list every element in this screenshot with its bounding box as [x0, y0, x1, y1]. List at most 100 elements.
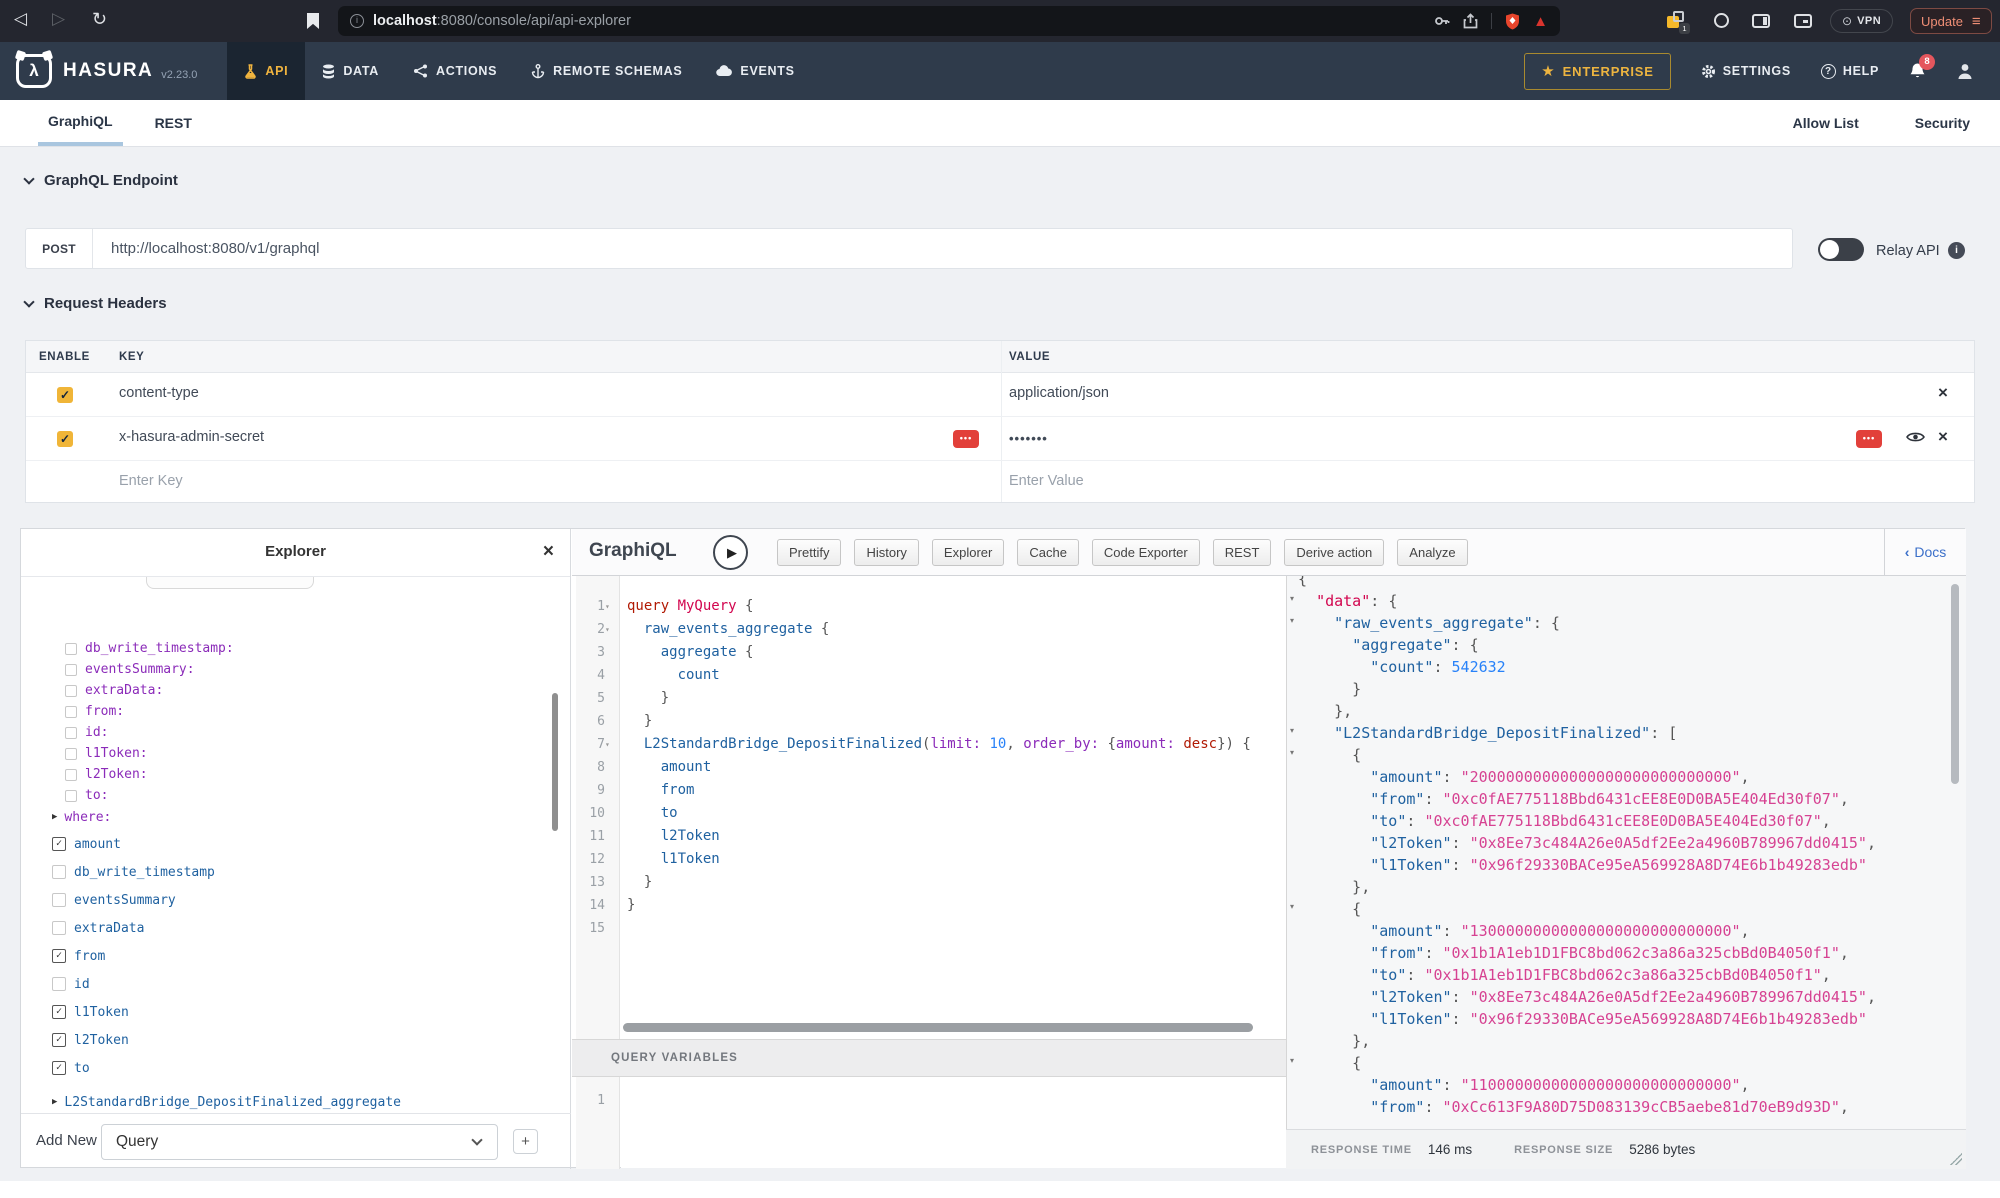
browser-menu-icon[interactable]: ≡ — [1972, 13, 1981, 30]
execute-query-button[interactable]: ▶ — [713, 535, 748, 570]
variables-editor[interactable] — [621, 1077, 1286, 1168]
relay-api-toggle[interactable] — [1818, 238, 1864, 261]
remove-header-button[interactable]: × — [1938, 427, 1948, 447]
info-icon[interactable]: i — [1948, 242, 1965, 259]
response-scrollbar[interactable] — [1951, 584, 1959, 784]
derive-action-button[interactable]: Derive action — [1284, 539, 1384, 566]
reveal-value-eye-icon[interactable] — [1906, 430, 1925, 444]
prettify-button[interactable]: Prettify — [777, 539, 841, 566]
history-button[interactable]: History — [854, 539, 918, 566]
explorer-field-item[interactable]: ✓l1Token — [52, 998, 215, 1026]
hasura-logo[interactable]: λ — [16, 54, 52, 88]
close-icon[interactable]: × — [543, 541, 554, 563]
analyze-button[interactable]: Analyze — [1397, 539, 1467, 566]
wallet-icon[interactable] — [1794, 14, 1812, 28]
enable-header-checkbox[interactable]: ✓ — [57, 431, 73, 447]
explorer-argument-item[interactable]: id: — [65, 722, 234, 743]
explorer-item-where[interactable]: ▶ where: — [52, 806, 111, 828]
brave-shield-icon[interactable] — [1505, 13, 1520, 30]
fold-toggle-icon[interactable]: ▾ — [1290, 594, 1294, 603]
nav-item-remote-schemas[interactable]: REMOTE SCHEMAS — [514, 42, 699, 100]
new-header-value-input[interactable]: Enter Value — [1009, 473, 1084, 489]
enable-header-checkbox[interactable]: ✓ — [57, 387, 73, 403]
rewards-icon[interactable] — [1714, 13, 1729, 28]
response-panel[interactable]: { "data": { "raw_events_aggregate": { "a… — [1286, 576, 1966, 1129]
explorer-argument-item[interactable]: l1Token: — [65, 743, 234, 764]
header-key-input[interactable]: x-hasura-admin-secret — [119, 429, 264, 445]
vpn-button[interactable]: ⊙ VPN — [1830, 9, 1893, 33]
nav-item-actions[interactable]: ACTIONS — [396, 42, 514, 100]
remove-header-button[interactable]: × — [1938, 383, 1948, 403]
sidebar-toggle-icon[interactable] — [1752, 14, 1770, 28]
nav-item-events[interactable]: EVENTS — [699, 42, 811, 100]
explorer-query-item[interactable]: ▶L2StandardBridge_DepositFinalized_aggre… — [52, 1090, 401, 1113]
header-value-input[interactable]: ••••••• — [1009, 431, 1048, 446]
fold-toggle-icon[interactable]: ▾ — [1290, 902, 1294, 911]
user-avatar[interactable] — [1956, 62, 1974, 80]
explorer-argument-item[interactable]: extraData: — [65, 680, 234, 701]
explorer-argument-item[interactable]: l2Token: — [65, 764, 234, 785]
explorer-field-item[interactable]: db_write_timestamp — [52, 858, 215, 886]
header-key-input[interactable]: content-type — [119, 385, 199, 401]
address-bar[interactable]: i localhost:8080/console/api/api-explore… — [338, 6, 1560, 36]
explorer-button[interactable]: Explorer — [932, 539, 1004, 566]
notifications-button[interactable]: 8 — [1909, 62, 1926, 80]
admin-secret-badge[interactable]: ••• — [953, 430, 979, 448]
fold-toggle-icon[interactable]: ▾ — [1290, 1056, 1294, 1065]
extensions-icon[interactable]: 1 — [1666, 11, 1688, 31]
security-link[interactable]: Security — [1915, 115, 1970, 131]
cache-button[interactable]: Cache — [1017, 539, 1079, 566]
browser-reload-icon[interactable]: ↻ — [92, 9, 107, 30]
explorer-field-item[interactable]: id — [52, 970, 215, 998]
site-info-icon[interactable]: i — [350, 14, 364, 28]
nav-item-data[interactable]: DATA — [305, 42, 396, 100]
explorer-argument-item[interactable]: from: — [65, 701, 234, 722]
enterprise-button[interactable]: ★ ENTERPRISE — [1524, 53, 1671, 90]
nav-item-api[interactable]: API — [227, 42, 305, 100]
explorer-argument-item[interactable]: db_write_timestamp: — [65, 638, 234, 659]
allow-list-link[interactable]: Allow List — [1793, 115, 1859, 131]
graphql-endpoint-section-toggle[interactable]: GraphQL Endpoint — [25, 172, 178, 189]
explorer-argument-item[interactable]: eventsSummary: — [65, 659, 234, 680]
tab-graphiql[interactable]: GraphiQL — [38, 100, 123, 146]
admin-secret-badge[interactable]: ••• — [1856, 430, 1882, 448]
docs-link[interactable]: ‹ Docs — [1884, 529, 1966, 575]
request-headers-section-toggle[interactable]: Request Headers — [25, 295, 167, 312]
key-icon[interactable] — [1434, 13, 1450, 29]
query-editor[interactable]: query MyQuery { raw_events_aggregate { a… — [621, 576, 1286, 1039]
explorer-field-item[interactable]: ✓amount — [52, 830, 215, 858]
resize-handle[interactable] — [1950, 1153, 1962, 1165]
explorer-field-item[interactable]: ✓to — [52, 1054, 215, 1082]
subnav-right: Allow List Security — [1793, 100, 2000, 146]
explorer-field-item[interactable]: ✓l2Token — [52, 1026, 215, 1054]
explorer-tree[interactable]: db_write_timestamp:eventsSummary:extraDa… — [21, 577, 570, 1113]
horizontal-scrollbar[interactable] — [623, 1023, 1253, 1032]
query-editor-gutter: 1▾2▾34567▾89101112131415 — [576, 576, 620, 1039]
header-value-input[interactable]: application/json — [1009, 385, 1109, 401]
header-row: ✓x-hasura-admin-secret•••••••••••••× — [26, 417, 1974, 461]
explorer-field-item[interactable]: ✓from — [52, 942, 215, 970]
add-operation-button[interactable]: + — [513, 1129, 538, 1154]
fold-toggle-icon[interactable]: ▾ — [1290, 726, 1294, 735]
explorer-argument-item[interactable]: to: — [65, 785, 234, 806]
code-exporter-button[interactable]: Code Exporter — [1092, 539, 1200, 566]
operation-type-select[interactable]: Query — [101, 1124, 498, 1160]
settings-button[interactable]: SETTINGS — [1701, 64, 1791, 79]
rest-button[interactable]: REST — [1213, 539, 1272, 566]
warning-triangle-icon[interactable]: ▲ — [1533, 14, 1548, 29]
endpoint-url-input[interactable]: http://localhost:8080/v1/graphql — [93, 229, 1792, 268]
browser-back-icon[interactable]: ◁ — [14, 9, 27, 29]
explorer-field-item[interactable]: eventsSummary — [52, 886, 215, 914]
query-variables-header[interactable]: QUERY VARIABLES — [572, 1039, 1286, 1077]
tab-rest[interactable]: REST — [149, 100, 198, 146]
browser-forward-icon[interactable]: ▷ — [52, 9, 65, 29]
explorer-field-item[interactable]: extraData — [52, 914, 215, 942]
new-header-key-input[interactable]: Enter Key — [119, 473, 183, 489]
help-button[interactable]: ? HELP — [1821, 64, 1879, 79]
update-button[interactable]: Update ≡ — [1910, 8, 1992, 34]
fold-toggle-icon[interactable]: ▾ — [1290, 748, 1294, 757]
share-icon[interactable] — [1463, 13, 1478, 29]
explorer-scrollbar[interactable] — [552, 693, 558, 831]
bookmark-icon[interactable] — [307, 13, 319, 29]
fold-toggle-icon[interactable]: ▾ — [1290, 616, 1294, 625]
